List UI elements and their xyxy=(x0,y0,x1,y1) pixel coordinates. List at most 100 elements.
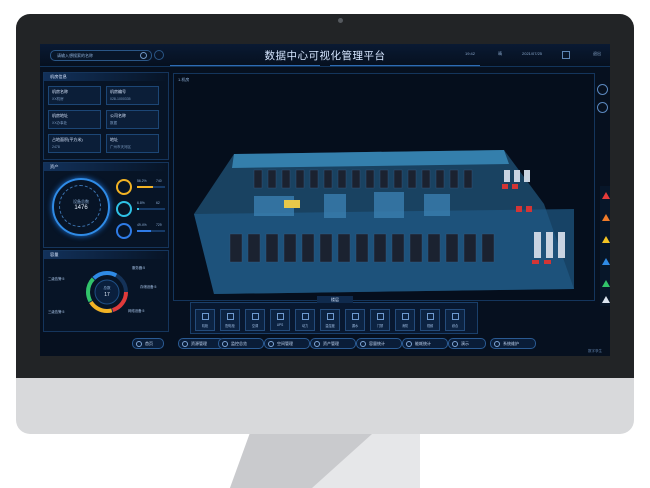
dashboard-screen: 请输入想搜索的名称 数据中心可视化管理平台 19:42 晴 2021/07/25… xyxy=(40,44,610,356)
tool-label: 动力 xyxy=(301,324,309,328)
room-model xyxy=(194,150,574,294)
alarm-icon[interactable] xyxy=(602,236,610,243)
tool-label: 机柜 xyxy=(201,324,209,328)
tool-icon xyxy=(227,313,234,320)
nav-icon xyxy=(182,341,188,347)
bottom-nav: 首页 资源管理 监控总览 空间管理 资产管理 容量统计 能耗统计 演示 系统维护 xyxy=(80,336,600,350)
tool-dock: 楼层 机柜 配电柜 空调 UPS 动力 温湿度 漏水 门禁 消防 视频 综合 xyxy=(190,296,478,334)
alarm-icon[interactable] xyxy=(602,280,610,287)
tool-label: 空调 xyxy=(251,324,259,328)
nav-label: 资源管理 xyxy=(191,341,207,346)
tool-button[interactable]: 空调 xyxy=(245,309,265,331)
monitor-chin xyxy=(16,378,634,434)
capacity-legend: 存储设备:5 xyxy=(140,285,157,289)
info-value: 广州市天河区 xyxy=(110,145,131,149)
asset-pct: 6.8% xyxy=(137,201,145,205)
tool-label: 门禁 xyxy=(376,324,384,328)
compass-icon[interactable] xyxy=(597,84,608,95)
tool-label: UPS xyxy=(276,323,284,327)
nav-item[interactable]: 系统维护 xyxy=(490,338,536,349)
info-value: 2478 xyxy=(52,145,60,149)
info-cell: 机房名称 XX机房 xyxy=(48,86,101,105)
info-label: 机房地址 xyxy=(52,113,68,118)
nav-icon xyxy=(314,341,320,347)
asset-mini-ring xyxy=(116,201,132,217)
capacity-legend: 二级告警:5 xyxy=(48,277,65,281)
reset-view-icon[interactable] xyxy=(597,102,608,113)
dock-tab[interactable]: 楼层 xyxy=(317,296,353,303)
tool-icon xyxy=(327,313,334,320)
logout-button[interactable]: 退出 xyxy=(593,51,601,57)
alarm-icon[interactable] xyxy=(602,296,610,303)
tool-icon xyxy=(402,313,409,320)
nav-label: 演示 xyxy=(461,341,469,346)
nav-icon xyxy=(494,341,500,347)
alarm-icon[interactable] xyxy=(602,192,610,199)
nav-icon xyxy=(268,341,274,347)
info-cell: 机房编号 028-1000335 xyxy=(106,86,159,105)
asset-mini-ring xyxy=(116,223,132,239)
capacity-title: 容量 xyxy=(44,251,168,259)
info-cell: 机房地址 XX办事处 xyxy=(48,110,101,129)
asset-bar xyxy=(137,230,165,232)
tool-icon xyxy=(352,313,359,320)
tool-label: 温湿度 xyxy=(325,324,335,328)
info-label: 机房编号 xyxy=(110,89,126,94)
info-label: 地址 xyxy=(110,137,118,142)
nav-label: 容量统计 xyxy=(369,341,385,346)
nav-item[interactable]: 资产管理 xyxy=(310,338,356,349)
fullscreen-icon[interactable] xyxy=(562,51,570,59)
nav-item[interactable]: 监控总览 xyxy=(218,338,264,349)
asset-pct: 49.4% xyxy=(137,223,147,227)
capacity-panel: 容量 总数 17 服务器:5 存储设备:5 网络设备:5 二级告警:5 三级告警… xyxy=(43,250,169,332)
tool-button[interactable]: 综合 xyxy=(445,309,465,331)
3d-room-view[interactable]: 1.机房 xyxy=(173,73,595,301)
nav-item[interactable]: 演示 xyxy=(448,338,486,349)
tool-icon xyxy=(377,313,384,320)
tool-label: 配电柜 xyxy=(225,324,235,328)
asset-total-value: 1476 xyxy=(74,205,88,211)
capacity-center-label: 总数 xyxy=(103,286,111,290)
info-cell: 地址 广州市天河区 xyxy=(106,134,159,153)
nav-item[interactable]: 空间管理 xyxy=(264,338,310,349)
tool-button[interactable]: 漏水 xyxy=(345,309,365,331)
nav-item[interactable]: 能耗统计 xyxy=(402,338,448,349)
tool-button[interactable]: 门禁 xyxy=(370,309,390,331)
tool-button[interactable]: 动力 xyxy=(295,309,315,331)
nav-home[interactable]: 首页 xyxy=(132,338,164,349)
tool-button[interactable]: 视频 xyxy=(420,309,440,331)
asset-panel: 资产 设备总数 1476 56.2% 740 6.8% 62 49.4% 729 xyxy=(43,162,169,248)
asset-count: 740 xyxy=(156,179,162,183)
tool-button[interactable]: 温湿度 xyxy=(320,309,340,331)
nav-icon xyxy=(222,341,228,347)
info-value: 数据 xyxy=(110,121,117,125)
info-cell: 公司名称 数据 xyxy=(106,110,159,129)
nav-label: 首页 xyxy=(145,341,153,346)
asset-bar xyxy=(137,186,165,188)
tool-icon xyxy=(302,313,309,320)
capacity-center-value: 17 xyxy=(104,292,110,298)
info-label: 占地面积(平方米) xyxy=(52,137,83,142)
asset-bar-fill xyxy=(137,230,151,232)
info-value: 028-1000335 xyxy=(110,97,131,101)
tool-icon xyxy=(252,313,259,320)
capacity-legend: 三级告警:5 xyxy=(48,310,65,314)
asset-count: 62 xyxy=(156,201,160,205)
tool-icon xyxy=(452,313,459,320)
nav-item[interactable]: 容量统计 xyxy=(356,338,402,349)
tool-button[interactable]: 机柜 xyxy=(195,309,215,331)
machine-room-panel: 机房信息 机房名称 XX机房 机房编号 028-1000335 机房地址 XX办… xyxy=(43,72,169,160)
alarm-icon[interactable] xyxy=(602,258,610,265)
alarm-icon[interactable] xyxy=(602,214,610,221)
tool-button[interactable]: 消防 xyxy=(395,309,415,331)
asset-mini-ring xyxy=(116,179,132,195)
tool-button[interactable]: 配电柜 xyxy=(220,309,240,331)
weather-text: 晴 xyxy=(498,51,502,56)
nav-label: 系统维护 xyxy=(503,341,519,346)
info-label: 公司名称 xyxy=(110,113,126,118)
nav-icon xyxy=(406,341,412,347)
tool-label: 漏水 xyxy=(351,324,359,328)
footer-text: 数字孪生 xyxy=(588,349,602,353)
tool-button[interactable]: UPS xyxy=(270,309,290,331)
asset-bar-fill xyxy=(137,208,139,210)
